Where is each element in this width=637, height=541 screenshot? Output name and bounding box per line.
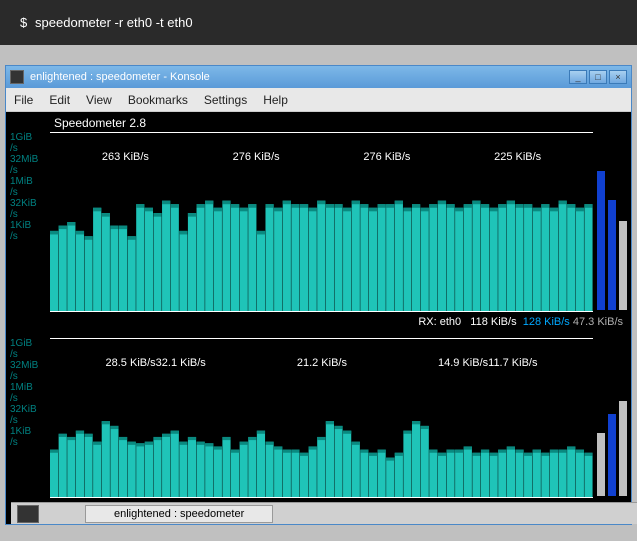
- close-button[interactable]: ×: [609, 70, 627, 84]
- menubar: File Edit View Bookmarks Settings Help: [6, 88, 631, 112]
- konsole-window: enlightened : speedometer - Konsole _ □ …: [5, 65, 632, 525]
- rx-side-bars: [593, 132, 631, 312]
- tx-y-axis: 1GiB/s32MiB/s1MiB/s32KiB/s1KiB/s: [6, 338, 50, 498]
- taskbar-icon[interactable]: [17, 505, 39, 523]
- rx-avg: 128 KiB/s: [523, 316, 570, 328]
- rx-peak: 47.3 KiB/s: [573, 316, 623, 328]
- rx-current: 118 KiB/s: [470, 316, 516, 328]
- taskbar: enlightened : speedometer: [11, 502, 637, 524]
- menu-view[interactable]: View: [86, 93, 112, 107]
- rx-chart-area: 263 KiB/s276 KiB/s276 KiB/s225 KiB/s: [50, 132, 593, 312]
- app-title: Speedometer 2.8: [6, 116, 631, 130]
- menu-help[interactable]: Help: [263, 93, 288, 107]
- maximize-button[interactable]: □: [589, 70, 607, 84]
- command-bar: $ speedometer -r eth0 -t eth0: [0, 0, 637, 45]
- window-title: enlightened : speedometer - Konsole: [30, 71, 569, 83]
- minimize-button[interactable]: _: [569, 70, 587, 84]
- prompt-symbol: $: [20, 15, 27, 30]
- rx-chart-row: 1GiB/s32MiB/s1MiB/s32KiB/s1KiB/s 263 KiB…: [6, 132, 631, 312]
- tx-bars: [50, 339, 593, 497]
- command-text: speedometer -r eth0 -t eth0: [35, 15, 193, 30]
- tx-chart-area: 28.5 KiB/s32.1 KiB/s21.2 KiB/s14.9 KiB/s…: [50, 338, 593, 498]
- terminal[interactable]: Speedometer 2.8 1GiB/s32MiB/s1MiB/s32KiB…: [6, 112, 631, 524]
- taskbar-item[interactable]: enlightened : speedometer: [85, 505, 273, 523]
- menu-bookmarks[interactable]: Bookmarks: [128, 93, 188, 107]
- rx-status-line: RX: eth0 118 KiB/s 128 KiB/s 47.3 KiB/s: [6, 312, 631, 336]
- rx-bars: [50, 133, 593, 311]
- menu-settings[interactable]: Settings: [204, 93, 247, 107]
- rx-y-axis: 1GiB/s32MiB/s1MiB/s32KiB/s1KiB/s: [6, 132, 50, 312]
- titlebar[interactable]: enlightened : speedometer - Konsole _ □ …: [6, 66, 631, 88]
- window-controls: _ □ ×: [569, 70, 627, 84]
- tx-side-bars: [593, 338, 631, 498]
- menu-edit[interactable]: Edit: [49, 93, 70, 107]
- window-icon: [10, 70, 24, 84]
- rx-label: RX: eth0: [418, 316, 461, 328]
- menu-file[interactable]: File: [14, 93, 33, 107]
- tx-chart-row: 1GiB/s32MiB/s1MiB/s32KiB/s1KiB/s 28.5 Ki…: [6, 338, 631, 498]
